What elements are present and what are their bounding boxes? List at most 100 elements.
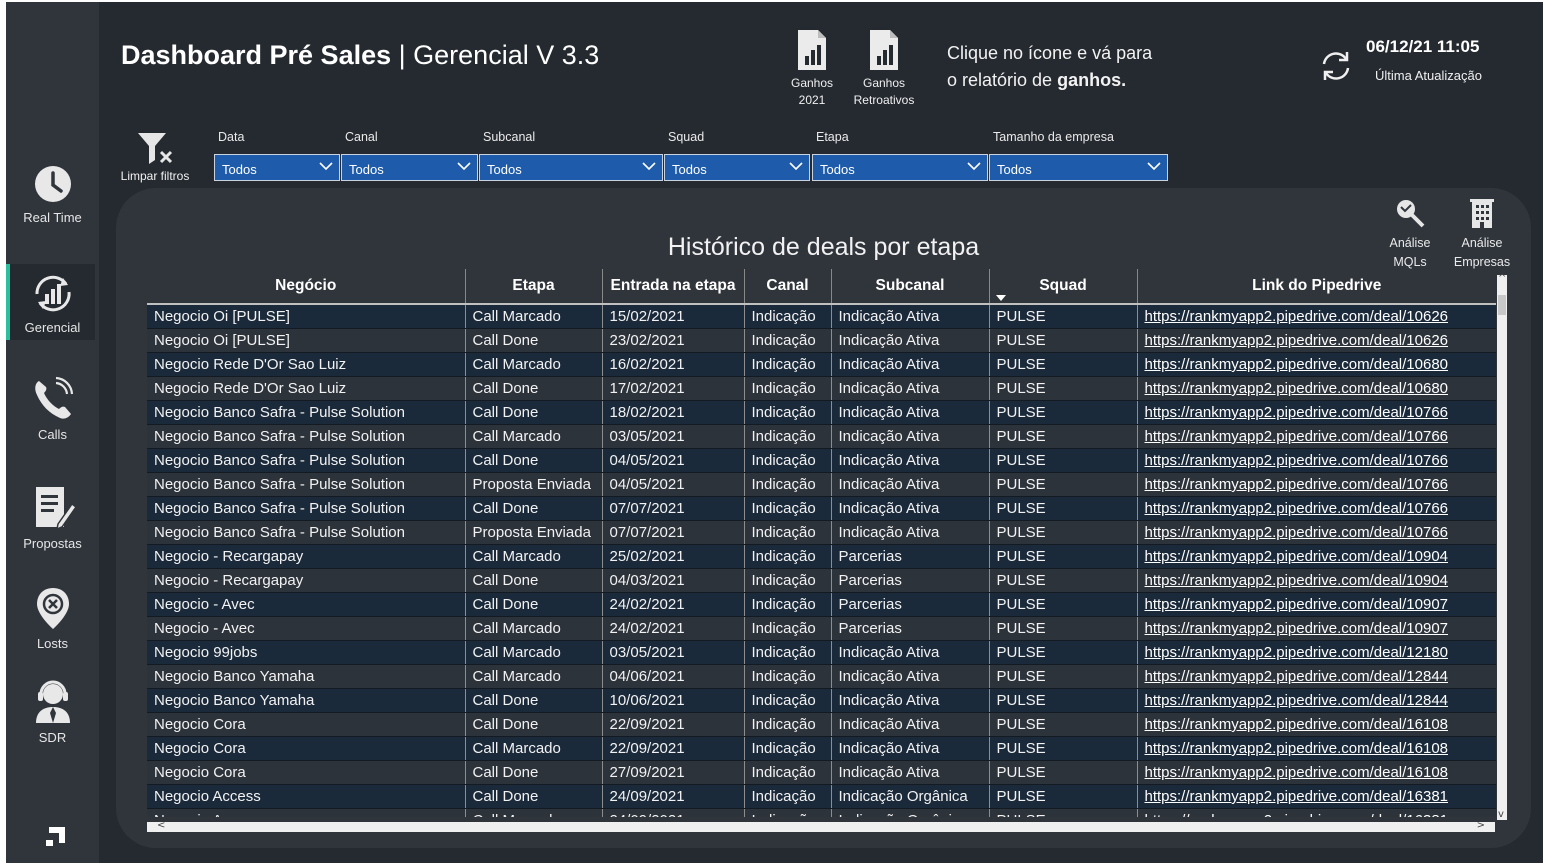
sidebar-item-calls[interactable]: Calls bbox=[6, 375, 99, 443]
table-row[interactable]: Negocio Access Call Done 24/09/2021 Indicaç… bbox=[147, 784, 1496, 809]
cell-subcanal: Indicação Ativa bbox=[831, 640, 990, 665]
cell-link[interactable]: https://rankmyapp2.pipedrive.com/deal/10… bbox=[1137, 328, 1496, 353]
cell-link[interactable]: https://rankmyapp2.pipedrive.com/deal/10… bbox=[1137, 592, 1496, 617]
clock-icon bbox=[34, 166, 71, 202]
cell-link[interactable]: https://rankmyapp2.pipedrive.com/deal/12… bbox=[1137, 688, 1496, 713]
table-row[interactable]: Negocio Cora Call Done 22/09/2021 Indicação… bbox=[147, 712, 1496, 737]
clear-filter-icon bbox=[138, 133, 173, 164]
table-viewport: Negócio Etapa Entrada na etapa Canal Sub… bbox=[147, 269, 1496, 817]
cell-link[interactable]: https://rankmyapp2.pipedrive.com/deal/10… bbox=[1137, 352, 1496, 377]
cell-link[interactable]: https://rankmyapp2.pipedrive.com/deal/10… bbox=[1137, 568, 1496, 593]
cell-link[interactable]: https://rankmyapp2.pipedrive.com/deal/10… bbox=[1137, 544, 1496, 569]
report-ganhos-2021-button[interactable]: Ganhos 2021 bbox=[777, 30, 847, 109]
table-row[interactable]: Negocio Cora Call Done 27/09/2021 Indicação… bbox=[147, 760, 1496, 785]
table-row[interactable]: Negocio Banco Safra - Pulse Solution Call… bbox=[147, 448, 1496, 473]
scroll-down-icon[interactable]: v bbox=[1498, 809, 1504, 820]
scroll-up-icon[interactable]: ^ bbox=[1498, 273, 1506, 284]
filter-data: Data Todos bbox=[214, 130, 340, 181]
cell-link[interactable]: https://rankmyapp2.pipedrive.com/deal/16… bbox=[1137, 712, 1496, 737]
filter-subcanal-dropdown[interactable]: Todos bbox=[479, 154, 663, 181]
table-row[interactable]: Negocio Oi [PULSE] Call Marcado 15/02/2021… bbox=[147, 303, 1496, 329]
table-row[interactable]: Negocio Rede D'Or Sao Luiz Call Done 17/02… bbox=[147, 376, 1496, 401]
table-row[interactable]: Negocio AccessCall Marcado24/09/2021Indi… bbox=[147, 808, 1496, 817]
column-header-entrada[interactable]: Entrada na etapa bbox=[602, 269, 745, 304]
table-row[interactable]: Negocio Banco Safra - Pulse Solution Call… bbox=[147, 400, 1496, 425]
cell-link[interactable]: https://rankmyapp2.pipedrive.com/deal/10… bbox=[1137, 496, 1496, 521]
table-row[interactable]: Negocio - Recargapay Call Done 04/03/2021 I… bbox=[147, 568, 1496, 593]
cell-link[interactable]: https://rankmyapp2.pipedrive.com/deal/16… bbox=[1137, 760, 1496, 785]
cell-etapa: Call Marcado bbox=[465, 664, 603, 689]
vertical-scrollbar[interactable]: ^ v bbox=[1497, 273, 1507, 820]
column-header-squad[interactable]: Squad bbox=[989, 269, 1138, 304]
filter-tamanho-empresa-dropdown[interactable]: Todos bbox=[989, 154, 1168, 181]
scroll-left-icon[interactable]: < bbox=[157, 820, 165, 831]
scrollbar-thumb[interactable] bbox=[1498, 295, 1506, 315]
filter-data-dropdown[interactable]: Todos bbox=[214, 154, 340, 181]
cell-link[interactable]: https://rankmyapp2.pipedrive.com/deal/10… bbox=[1137, 424, 1496, 449]
cell-canal: Indicação bbox=[744, 544, 832, 569]
sidebar-item-propostas[interactable]: Propostas bbox=[6, 486, 99, 552]
cell-link[interactable]: https://rankmyapp2.pipedrive.com/deal/12… bbox=[1137, 664, 1496, 689]
filter-label: Tamanho da empresa bbox=[993, 130, 1114, 144]
cell-etapa: Call Marcado bbox=[465, 616, 603, 641]
cell-squad: PULSE bbox=[989, 736, 1138, 761]
document-edit-icon bbox=[35, 487, 77, 530]
cell-link[interactable]: https://rankmyapp2.pipedrive.com/deal/10… bbox=[1137, 472, 1496, 497]
table-row[interactable]: Negocio 99jobs Call Marcado 03/05/2021 Indi… bbox=[147, 640, 1496, 665]
column-header-negocio[interactable]: Negócio bbox=[147, 269, 466, 304]
cell-entrada: 23/02/2021 bbox=[602, 328, 745, 353]
cell-link[interactable]: https://rankmyapp2.pipedrive.com/deal/12… bbox=[1137, 640, 1496, 665]
table-row[interactable]: Negocio Banco Safra - Pulse Solution Prop… bbox=[147, 520, 1496, 545]
report-ganhos-retroativos-button[interactable]: Ganhos Retroativos bbox=[849, 30, 919, 109]
table-row[interactable]: Negocio Rede D'Or Sao Luiz Call Marcado 16… bbox=[147, 352, 1496, 377]
cell-link[interactable]: https://rankmyapp2.pipedrive.com/deal/10… bbox=[1137, 376, 1496, 401]
report-instruction-line2: o relatório de bbox=[947, 70, 1058, 90]
cell-negocio: Negocio Banco Yamaha bbox=[147, 688, 466, 713]
clear-filters-button[interactable]: Limpar filtros bbox=[119, 132, 191, 183]
filter-etapa-dropdown[interactable]: Todos bbox=[812, 154, 988, 181]
table-row[interactable]: Negocio Banco Safra - Pulse Solution Call… bbox=[147, 496, 1496, 521]
cell-negocio: Negocio Cora bbox=[147, 736, 466, 761]
column-header-link[interactable]: Link do Pipedrive bbox=[1137, 269, 1496, 304]
cell-negocio: Negocio - Recargapay bbox=[147, 544, 466, 569]
cell-subcanal: Indicação Ativa bbox=[831, 736, 990, 761]
filter-squad-dropdown[interactable]: Todos bbox=[664, 154, 810, 181]
table-row[interactable]: Negocio Banco Yamaha Call Done 10/06/2021 I… bbox=[147, 688, 1496, 713]
table-row[interactable]: Negocio - Recargapay Call Marcado 25/02/20… bbox=[147, 544, 1496, 569]
filter-subcanal: Subcanal Todos bbox=[479, 130, 663, 181]
sidebar-item-real-time[interactable]: Real Time bbox=[6, 164, 99, 226]
cell-link[interactable]: https://rankmyapp2.pipedrive.com/deal/10… bbox=[1137, 520, 1496, 545]
analise-mqls-button[interactable]: Análise MQLs bbox=[1380, 198, 1440, 272]
analise-empresas-button[interactable]: Análise Empresas bbox=[1452, 198, 1512, 272]
cell-subcanal: Indicação Ativa bbox=[831, 352, 990, 377]
filter-canal-dropdown[interactable]: Todos bbox=[341, 154, 478, 181]
sidebar-item-gerencial[interactable]: Gerencial bbox=[6, 264, 95, 340]
sidebar-item-losts[interactable]: Losts bbox=[6, 586, 99, 652]
table-row[interactable]: Negocio Banco Safra - Pulse Solution Prop… bbox=[147, 472, 1496, 497]
scroll-right-icon[interactable]: > bbox=[1477, 820, 1485, 831]
chevron-down-icon bbox=[319, 162, 333, 171]
cell-link[interactable]: https://rankmyapp2.pipedrive.com/deal/10… bbox=[1137, 400, 1496, 425]
table-row[interactable]: Negocio - Avec Call Done 24/02/2021 Indicaç… bbox=[147, 592, 1496, 617]
cell-link[interactable]: https://rankmyapp2.pipedrive.com/deal/16… bbox=[1137, 784, 1496, 809]
table-row[interactable]: Negocio - Avec Call Marcado 24/02/2021 Indi… bbox=[147, 616, 1496, 641]
horizontal-scrollbar[interactable]: < > bbox=[147, 820, 1495, 832]
cell-link[interactable]: https://rankmyapp2.pipedrive.com/deal/10… bbox=[1137, 448, 1496, 473]
table-row[interactable]: Negocio Cora Call Marcado 22/09/2021 Indica… bbox=[147, 736, 1496, 761]
cell-link[interactable]: https://rankmyapp2.pipedrive.com/deal/16… bbox=[1137, 808, 1496, 817]
cell-link[interactable]: https://rankmyapp2.pipedrive.com/deal/10… bbox=[1137, 616, 1496, 641]
column-header-canal[interactable]: Canal bbox=[744, 269, 832, 304]
column-header-subcanal[interactable]: Subcanal bbox=[831, 269, 990, 304]
cell-link[interactable]: https://rankmyapp2.pipedrive.com/deal/16… bbox=[1137, 736, 1496, 761]
table-row[interactable]: Negocio Banco Yamaha Call Marcado 04/06/20… bbox=[147, 664, 1496, 689]
sidebar-item-sdr[interactable]: SDR bbox=[6, 680, 99, 746]
table-row[interactable]: Negocio Oi [PULSE] Call Done 23/02/2021 Ind… bbox=[147, 328, 1496, 353]
cell-link[interactable]: https://rankmyapp2.pipedrive.com/deal/10… bbox=[1137, 303, 1496, 329]
cell-entrada: 10/06/2021 bbox=[602, 688, 745, 713]
table-row[interactable]: Negocio Banco Safra - Pulse Solution Call… bbox=[147, 424, 1496, 449]
column-header-etapa[interactable]: Etapa bbox=[465, 269, 603, 304]
refresh-icon[interactable] bbox=[1319, 49, 1353, 83]
column-header-squad-label: Squad bbox=[1039, 277, 1087, 294]
cell-subcanal: Indicação Ativa bbox=[831, 520, 990, 545]
deals-panel: Histórico de deals por etapa Análise MQL… bbox=[116, 188, 1531, 848]
